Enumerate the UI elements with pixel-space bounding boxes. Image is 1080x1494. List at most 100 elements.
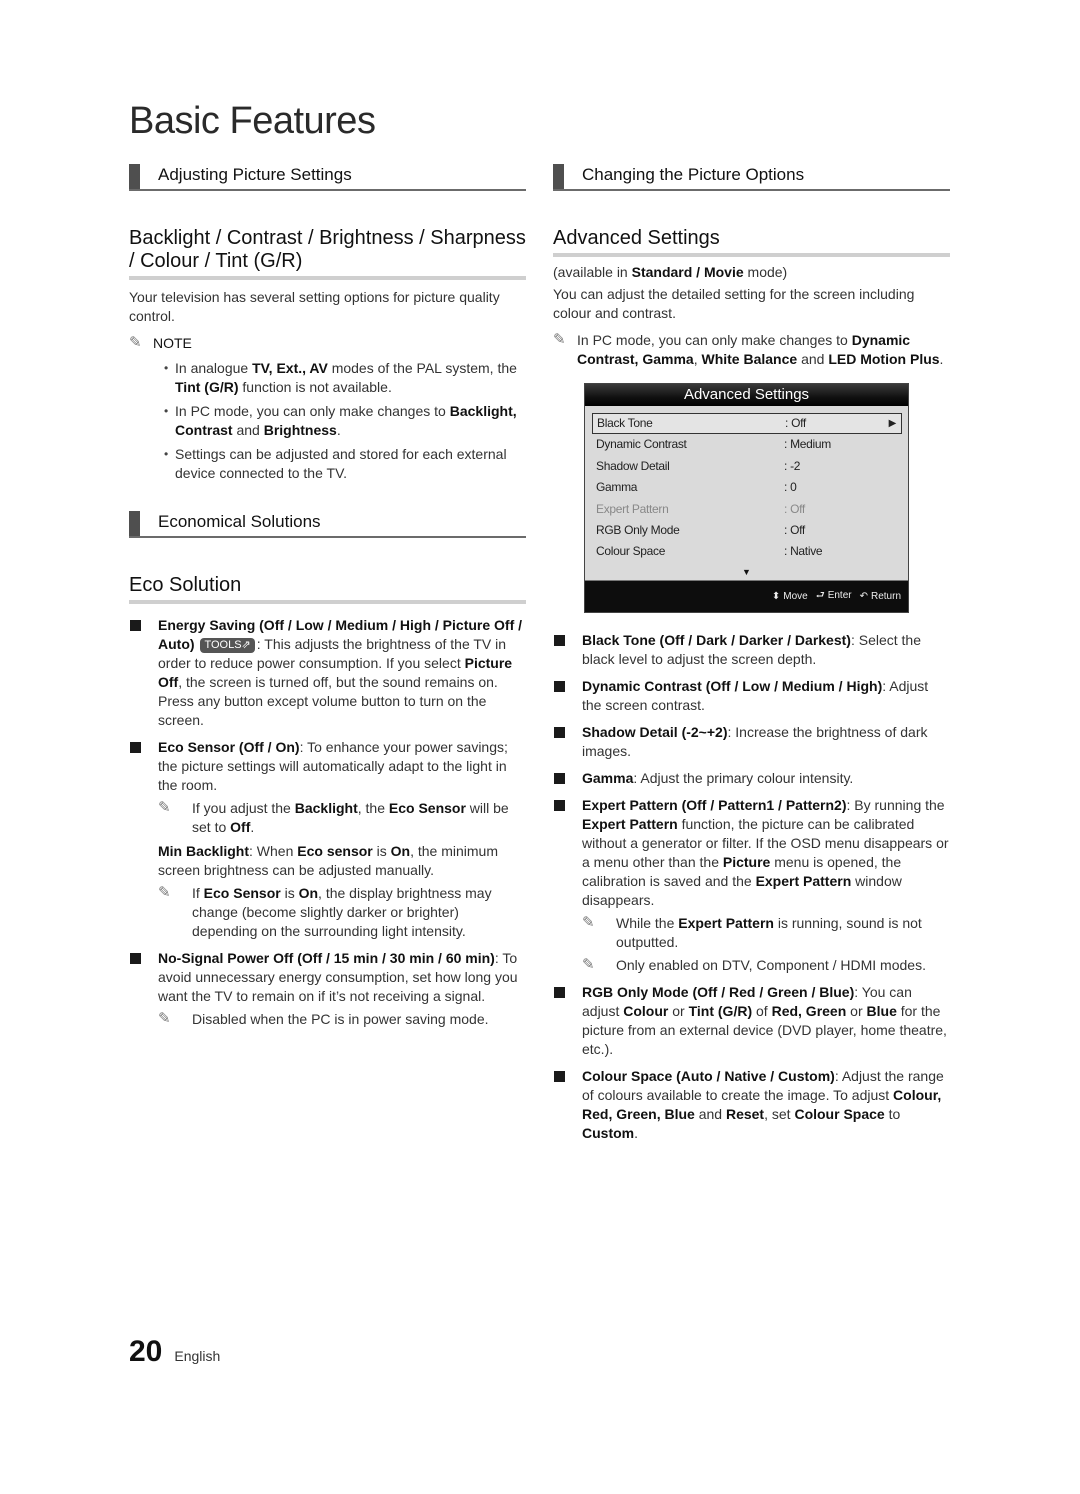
text-run bbox=[195, 636, 199, 652]
feature-item: Black Tone (Off / Dark / Darker / Darkes… bbox=[553, 631, 950, 669]
heading-bar bbox=[553, 164, 564, 189]
tools-button-icon: TOOLS⇗ bbox=[200, 638, 255, 653]
note-text: If you adjust the Backlight, the Eco Sen… bbox=[192, 799, 526, 837]
osd-menu-item[interactable]: RGB Only Mode: Off bbox=[592, 520, 902, 541]
osd-item-value: : -2 bbox=[784, 458, 801, 473]
play-arrow-icon: ▶ bbox=[888, 418, 897, 429]
bold-term: LED Motion Plus bbox=[828, 351, 940, 367]
note-bullet-item: • Settings can be adjusted and stored for… bbox=[164, 445, 526, 483]
square-bullet-icon bbox=[554, 634, 565, 646]
text-run: In PC mode, you can only make changes to bbox=[175, 403, 450, 419]
bold-term: Eco sensor bbox=[297, 843, 373, 859]
osd-menu-item[interactable]: Dynamic Contrast: Medium bbox=[592, 434, 902, 455]
text-run: is bbox=[280, 885, 299, 901]
pencil-note-icon: ✎ bbox=[582, 913, 595, 931]
bold-term: Brightness bbox=[263, 422, 337, 438]
feature-description: Expert Pattern (Off / Pattern1 / Pattern… bbox=[582, 796, 950, 910]
feature-item: Shadow Detail (-2~+2): Increase the brig… bbox=[553, 723, 950, 761]
section-heading-changing-picture: Changing the Picture Options bbox=[553, 160, 950, 191]
text-run: is bbox=[372, 843, 391, 859]
note-label: NOTE bbox=[153, 335, 192, 351]
bold-term: On bbox=[390, 843, 411, 859]
intro-text: Your television has several setting opti… bbox=[129, 289, 500, 324]
sub-feature-description: Min Backlight: When Eco sensor is On, th… bbox=[158, 842, 526, 880]
text-run: and bbox=[797, 351, 829, 367]
pencil-note-icon: ✎ bbox=[553, 331, 566, 348]
pc-mode-note: ✎ In PC mode, you can only make changes … bbox=[553, 331, 950, 369]
bold-term: Colour bbox=[623, 1002, 669, 1019]
text-run: and bbox=[232, 422, 264, 438]
osd-item-value: : Off bbox=[784, 501, 805, 516]
section-heading-text: Adjusting Picture Settings bbox=[158, 165, 352, 184]
osd-move-hint: ⬍ Move bbox=[772, 591, 808, 602]
page-title: Basic Features bbox=[129, 100, 376, 142]
return-label: Return bbox=[870, 590, 901, 602]
osd-item-value: : 0 bbox=[784, 480, 797, 495]
text-run: Disabled when the PC is in power saving … bbox=[192, 1011, 489, 1027]
feature-description: No-Signal Power Off (Off / 15 min / 30 m… bbox=[158, 949, 526, 1006]
bold-term: Min Backlight bbox=[158, 843, 250, 859]
subheading-backlight-contrast: Backlight / Contrast / Brightness / Shar… bbox=[129, 227, 526, 280]
right-column: Changing the Picture Options Advanced Se… bbox=[553, 160, 950, 1151]
enter-icon: ⮐ bbox=[815, 589, 825, 601]
left-column: Adjusting Picture Settings Backlight / C… bbox=[129, 160, 526, 1037]
bold-term: TV, Ext., AV bbox=[252, 360, 328, 376]
note-text: Disabled when the PC is in power saving … bbox=[192, 1010, 489, 1029]
advanced-settings-osd: Advanced Settings Black Tone: Off ▶ Dynami… bbox=[584, 383, 909, 613]
note-bullet-item: • In PC mode, you can only make changes t… bbox=[164, 402, 526, 440]
text-run: In analogue bbox=[175, 360, 253, 376]
osd-item-value: : Off bbox=[785, 416, 806, 430]
text-run: Only enabled on DTV, Component / HDMI mo… bbox=[616, 956, 926, 973]
note-text: While the Expert Pattern is running, sou… bbox=[616, 914, 950, 952]
bold-term: Black Tone (Off / Dark / Darker / Darkes… bbox=[582, 631, 851, 648]
text-run: : When bbox=[249, 843, 298, 859]
enter-label: Enter bbox=[827, 589, 852, 601]
text-run: and bbox=[694, 1105, 726, 1122]
section-heading-economical: Economical Solutions bbox=[129, 507, 526, 538]
text-run: , set bbox=[764, 1105, 795, 1122]
osd-menu-item[interactable]: Colour Space: Native bbox=[592, 541, 902, 562]
feature-item: Gamma: Adjust the primary colour intensi… bbox=[553, 769, 950, 788]
bold-term: Picture bbox=[722, 853, 771, 870]
square-bullet-icon bbox=[130, 742, 141, 753]
square-bullet-icon bbox=[554, 799, 565, 811]
osd-menu-item[interactable]: Black Tone: Off ▶ bbox=[592, 413, 902, 435]
bold-term: Colour Space (Auto / Native / Custom) bbox=[582, 1067, 835, 1084]
feature-description: RGB Only Mode (Off / Red / Green / Blue)… bbox=[582, 983, 950, 1059]
note-bullet-item: • In analogue TV, Ext., AV modes of the P… bbox=[164, 359, 526, 397]
osd-menu-item[interactable]: Gamma: 0 bbox=[592, 477, 902, 498]
scroll-down-icon[interactable]: ▼ bbox=[585, 566, 908, 580]
osd-menu-item[interactable]: Shadow Detail: -2 bbox=[592, 456, 902, 477]
feature-item: Expert Pattern (Off / Pattern1 / Pattern… bbox=[553, 796, 950, 975]
note-bullets: • In analogue TV, Ext., AV modes of the P… bbox=[129, 359, 526, 483]
updown-arrows-icon: ⬍ bbox=[771, 590, 781, 602]
text-run: : By running the bbox=[846, 796, 945, 813]
feature-description: Shadow Detail (-2~+2): Increase the brig… bbox=[582, 723, 950, 761]
bold-term: Standard / Movie bbox=[631, 264, 744, 280]
bold-term: Red, Green bbox=[771, 1002, 847, 1019]
bold-term: Tint (G/R) bbox=[175, 379, 239, 395]
bold-term: On bbox=[298, 885, 319, 901]
feature-item: Energy Saving (Off / Low / Medium / High… bbox=[129, 616, 526, 730]
note: ✎ If Eco Sensor is On, the display bright… bbox=[158, 884, 526, 941]
bold-term: Eco Sensor bbox=[203, 885, 281, 901]
note: ✎ Disabled when the PC is in power saving… bbox=[158, 1010, 526, 1029]
text-run: , the screen is turned off, but the soun… bbox=[158, 674, 498, 728]
text-run: If bbox=[192, 885, 204, 901]
osd-item-value: : Medium bbox=[784, 437, 831, 452]
text-run: , the bbox=[357, 800, 389, 816]
bold-term: Backlight bbox=[294, 800, 358, 816]
note-text: Only enabled on DTV, Component / HDMI mo… bbox=[616, 956, 926, 975]
note-text: If Eco Sensor is On, the display brightn… bbox=[192, 884, 526, 941]
note: ✎ Only enabled on DTV, Component / HDMI m… bbox=[582, 956, 950, 975]
text-run: to bbox=[884, 1105, 901, 1122]
text-run: modes of the PAL system, the bbox=[327, 360, 517, 376]
heading-bar bbox=[129, 511, 140, 536]
feature-item: RGB Only Mode (Off / Red / Green / Blue)… bbox=[553, 983, 950, 1059]
bullet-dot-icon: • bbox=[164, 404, 169, 418]
subheading-advanced-settings: Advanced Settings bbox=[553, 227, 950, 257]
bold-term: Tint (G/R) bbox=[688, 1002, 753, 1019]
text-run: or bbox=[668, 1002, 689, 1019]
advanced-items: Black Tone (Off / Dark / Darker / Darkes… bbox=[553, 631, 950, 1143]
bold-term: Gamma bbox=[582, 769, 634, 786]
